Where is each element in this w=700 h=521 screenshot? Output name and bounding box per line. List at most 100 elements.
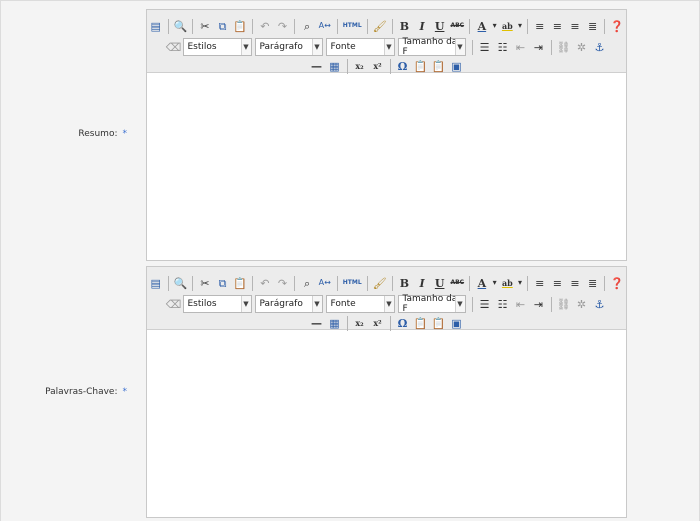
help-icon[interactable]: ❓ (608, 17, 626, 35)
link-icon[interactable]: ⛓ (555, 295, 573, 313)
replace-icon[interactable]: A↔ (316, 274, 334, 292)
size-select[interactable]: Tamanho da F ▼ (397, 37, 466, 57)
font-select[interactable]: Fonte ▼ (325, 38, 395, 56)
paste-word-icon[interactable]: 📋 (430, 314, 448, 332)
align-center-icon[interactable]: ≡ (549, 274, 567, 292)
chevron-down-icon[interactable]: ▾ (516, 274, 524, 292)
subscript-button[interactable]: x₂ (351, 57, 369, 75)
align-justify-icon[interactable]: ≣ (584, 17, 602, 35)
find-icon[interactable]: ⌕ (298, 274, 316, 292)
strikethrough-button[interactable]: ABC (448, 17, 466, 35)
align-right-icon[interactable]: ≡ (566, 274, 584, 292)
unlink-icon[interactable]: ✲ (573, 295, 591, 313)
toolbar-separator (167, 18, 169, 34)
numbered-list-icon[interactable]: ☷ (494, 295, 512, 313)
redo-icon[interactable]: ↷ (274, 17, 292, 35)
numbered-list-icon[interactable]: ☷ (494, 38, 512, 56)
underline-button[interactable]: U (431, 17, 449, 35)
table-icon[interactable]: ▦ (326, 57, 344, 75)
styles-select[interactable]: Estilos ▼ (182, 295, 252, 313)
copy-icon[interactable]: ⧉ (214, 17, 232, 35)
bold-button[interactable]: B (396, 17, 414, 35)
align-right-icon[interactable]: ≡ (566, 17, 584, 35)
align-left-icon[interactable]: ≡ (531, 17, 549, 35)
format-select-value: Parágrafo (259, 299, 303, 309)
bold-button[interactable]: B (396, 274, 414, 292)
eraser-icon[interactable]: ⌫ (165, 295, 183, 313)
align-center-icon[interactable]: ≡ (549, 17, 567, 35)
paste-text-icon[interactable]: 📋 (412, 314, 430, 332)
link-icon[interactable]: ⛓ (555, 38, 573, 56)
size-select[interactable]: Tamanho da F ▼ (397, 294, 466, 314)
horizontal-rule-icon[interactable]: — (308, 314, 326, 332)
font-select-value: Fonte (330, 42, 356, 52)
strikethrough-button[interactable]: ABC (448, 274, 466, 292)
redo-icon[interactable]: ↷ (274, 274, 292, 292)
subscript-button[interactable]: x₂ (351, 314, 369, 332)
eraser-icon[interactable]: ⌫ (165, 38, 183, 56)
select-all-icon[interactable]: ▣ (448, 57, 466, 75)
highlight-button[interactable]: ab (499, 17, 517, 35)
chevron-down-icon[interactable]: ▾ (491, 17, 499, 35)
format-select[interactable]: Parágrafo ▼ (254, 38, 323, 56)
source-icon[interactable]: ▤ (147, 17, 165, 35)
paste-icon[interactable]: 📋 (231, 17, 249, 35)
align-left-icon[interactable]: ≡ (531, 274, 549, 292)
unlink-icon[interactable]: ✲ (573, 38, 591, 56)
chevron-down-icon[interactable]: ▾ (516, 17, 524, 35)
font-color-button[interactable]: A (473, 274, 491, 292)
format-select[interactable]: Parágrafo ▼ (254, 295, 323, 313)
html-button[interactable]: HTML (340, 17, 364, 35)
outdent-icon[interactable]: ⇤ (512, 38, 530, 56)
align-justify-icon[interactable]: ≣ (584, 274, 602, 292)
outdent-icon[interactable]: ⇤ (512, 295, 530, 313)
palavras-chave-editor[interactable]: ▤ 🔍 ✂ ⧉ 📋 ↶ ↷ ⌕ A↔ HTML 🖌 B I U ABC A ▾ … (146, 266, 627, 518)
table-icon[interactable]: ▦ (326, 314, 344, 332)
cut-icon[interactable]: ✂ (196, 274, 214, 292)
form-panel: Resumo: * ▤ 🔍 ✂ ⧉ 📋 ↶ ↷ ⌕ A↔ HTML 🖌 B I … (0, 0, 700, 521)
undo-icon[interactable]: ↶ (256, 274, 274, 292)
special-char-button[interactable]: Ω (394, 314, 412, 332)
clean-format-icon[interactable]: 🖌 (371, 274, 389, 292)
resumo-content-area[interactable] (147, 73, 626, 260)
preview-icon[interactable]: 🔍 (172, 274, 190, 292)
horizontal-rule-icon[interactable]: — (308, 57, 326, 75)
select-all-icon[interactable]: ▣ (448, 314, 466, 332)
underline-button[interactable]: U (431, 274, 449, 292)
source-icon[interactable]: ▤ (147, 274, 165, 292)
chevron-down-icon: ▼ (311, 39, 322, 55)
preview-icon[interactable]: 🔍 (172, 17, 190, 35)
find-icon[interactable]: ⌕ (298, 17, 316, 35)
toolbar-separator (526, 275, 528, 291)
clean-format-icon[interactable]: 🖌 (371, 17, 389, 35)
styles-select[interactable]: Estilos ▼ (182, 38, 252, 56)
html-button[interactable]: HTML (340, 274, 364, 292)
bullet-list-icon[interactable]: ☰ (476, 38, 494, 56)
replace-icon[interactable]: A↔ (316, 17, 334, 35)
italic-button[interactable]: I (413, 17, 431, 35)
undo-icon[interactable]: ↶ (256, 17, 274, 35)
chevron-down-icon: ▼ (383, 39, 394, 55)
font-color-button[interactable]: A (473, 17, 491, 35)
paste-word-icon[interactable]: 📋 (430, 57, 448, 75)
paste-icon[interactable]: 📋 (231, 274, 249, 292)
palavras-chave-content-area[interactable] (147, 330, 626, 517)
font-select[interactable]: Fonte ▼ (325, 295, 395, 313)
toolbar-separator (389, 315, 391, 331)
superscript-button[interactable]: x² (369, 57, 387, 75)
superscript-button[interactable]: x² (369, 314, 387, 332)
indent-icon[interactable]: ⇥ (530, 38, 548, 56)
indent-icon[interactable]: ⇥ (530, 295, 548, 313)
copy-icon[interactable]: ⧉ (214, 274, 232, 292)
bullet-list-icon[interactable]: ☰ (476, 295, 494, 313)
anchor-icon[interactable]: ⚓ (591, 38, 609, 56)
cut-icon[interactable]: ✂ (196, 17, 214, 35)
chevron-down-icon[interactable]: ▾ (491, 274, 499, 292)
paste-text-icon[interactable]: 📋 (412, 57, 430, 75)
italic-button[interactable]: I (413, 274, 431, 292)
highlight-button[interactable]: ab (499, 274, 517, 292)
special-char-button[interactable]: Ω (394, 57, 412, 75)
anchor-icon[interactable]: ⚓ (591, 295, 609, 313)
resumo-editor[interactable]: ▤ 🔍 ✂ ⧉ 📋 ↶ ↷ ⌕ A↔ HTML 🖌 B I U ABC A ▾ … (146, 9, 627, 261)
help-icon[interactable]: ❓ (608, 274, 626, 292)
